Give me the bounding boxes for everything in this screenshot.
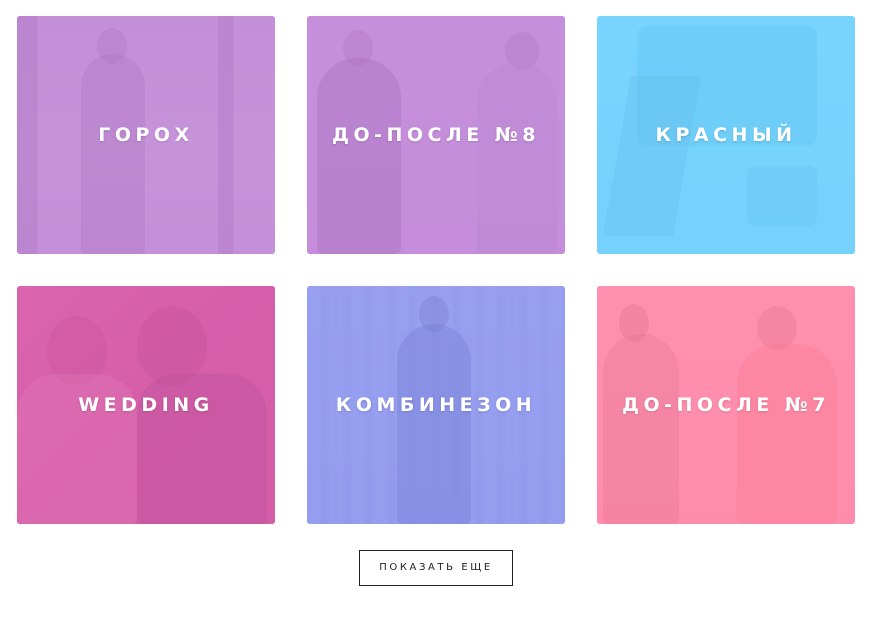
gallery-card-do-posle-7[interactable]: ДО-ПОСЛЕ №7 [597, 286, 855, 524]
gallery-grid: ГОРОХ ДО-ПОСЛЕ №8 КРАСНЫЙ WEDDING КОМБИН… [17, 16, 855, 524]
card-title: ДО-ПОСЛЕ №7 [622, 394, 830, 416]
show-more-container: ПОКАЗАТЬ ЕЩЕ [0, 550, 872, 586]
gallery-card-krasny[interactable]: КРАСНЫЙ [597, 16, 855, 254]
gallery-card-kombinezon[interactable]: КОМБИНЕЗОН [307, 286, 565, 524]
card-title: КРАСНЫЙ [655, 124, 797, 146]
card-title: ДО-ПОСЛЕ №8 [332, 124, 540, 146]
gallery-card-gorokh[interactable]: ГОРОХ [17, 16, 275, 254]
gallery-card-wedding[interactable]: WEDDING [17, 286, 275, 524]
card-title: КОМБИНЕЗОН [335, 394, 537, 416]
show-more-button[interactable]: ПОКАЗАТЬ ЕЩЕ [359, 550, 513, 586]
card-title: WEDDING [78, 394, 214, 416]
gallery-card-do-posle-8[interactable]: ДО-ПОСЛЕ №8 [307, 16, 565, 254]
card-title: ГОРОХ [98, 124, 194, 146]
